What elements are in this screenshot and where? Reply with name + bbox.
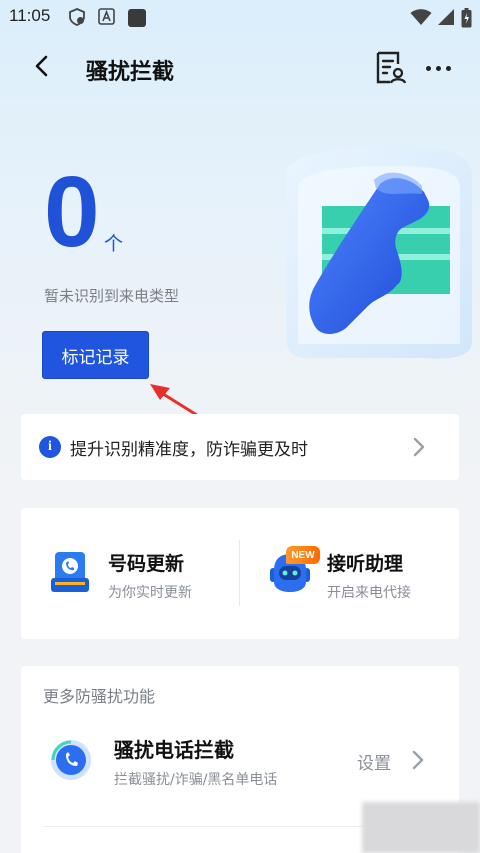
settings-link[interactable]: 设置 [357,749,391,774]
new-badge: NEW [286,546,320,564]
feature-title: 号码更新 [108,553,185,575]
blurred-corner [362,802,480,853]
count-description: 暂未识别到来电类型 [44,287,180,305]
item-subtitle: 拦截骚扰/诈骗/黑名单电话 [114,772,278,788]
number-update-icon [49,548,93,596]
chevron-right-icon [410,750,426,770]
info-icon: i [39,436,61,458]
feature-title: 接听助理 [327,553,404,575]
feature-subtitle: 为你实时更新 [108,585,192,601]
section-title: 更多防骚扰功能 [43,687,156,706]
count-unit: 个 [104,233,124,255]
number-update-feature[interactable]: 号码更新 为你实时更新 [21,508,239,639]
phone-block-icon [49,738,93,782]
report-list-icon [374,51,408,90]
page-title: 骚扰拦截 [86,60,175,85]
feature-card: 号码更新 为你实时更新 接听助理 开启来电代接 [21,508,459,639]
answer-assistant-feature[interactable]: 接听助理 开启来电代接 [240,508,459,639]
signal-icon [437,8,455,30]
more-button[interactable] [420,54,456,82]
accuracy-tip-card[interactable]: i 提升识别精准度，防诈骗更及时 [21,414,459,480]
chevron-right-icon [411,437,427,457]
wifi-icon [410,8,432,30]
chevron-left-icon [34,55,50,81]
feature-subtitle: 开启来电代接 [327,585,411,601]
shield-icon [68,8,86,30]
font-a-icon [98,8,115,29]
back-button[interactable] [26,52,58,84]
item-title: 骚扰电话拦截 [114,738,234,762]
more-dots-icon [425,65,431,71]
report-button[interactable] [374,50,408,86]
tip-text: 提升识别精准度，防诈骗更及时 [70,440,308,460]
mark-records-button[interactable]: 标记记录 [42,331,149,379]
status-time: 11:05 [9,6,51,25]
app-square-icon [127,8,147,32]
phone-shield-illustration [276,136,480,362]
status-bar: 11:05 [0,0,480,34]
battery-icon [461,8,472,32]
blocked-count: 0 [44,156,100,268]
